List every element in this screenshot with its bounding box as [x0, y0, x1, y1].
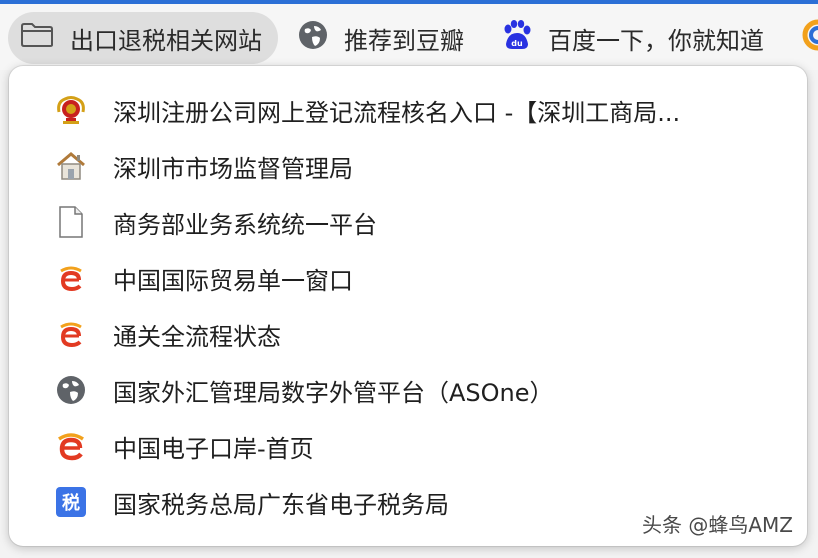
tax-icon: 税: [55, 486, 87, 518]
svg-text:du: du: [511, 39, 523, 48]
e-port-icon: [55, 430, 87, 462]
bookmark-baidu[interactable]: du 百度一下，你就知道: [500, 12, 764, 64]
bookmarks-bar: 出口退税相关网站 推荐到豆瓣 du 百度一下，你就知道: [0, 4, 818, 70]
svg-text:税: 税: [62, 492, 80, 514]
partial-favicon: [802, 19, 818, 57]
menu-item-label: 深圳市市场监督管理局: [113, 154, 353, 183]
bookmark-label: 百度一下，你就知道: [548, 26, 764, 55]
bookmark-folder-export-tax[interactable]: 出口退税相关网站: [8, 12, 278, 64]
bookmark-label: 出口退税相关网站: [70, 26, 262, 55]
menu-item-mofcom[interactable]: 商务部业务系统统一平台: [9, 196, 807, 248]
bookmark-folder-dropdown: 深圳注册公司网上登记流程核名入口 -【深圳工商局... 深圳市市场监督管理局 商…: [9, 66, 807, 546]
menu-item-label: 深圳注册公司网上登记流程核名入口 -【深圳工商局...: [113, 98, 681, 127]
globe-icon: [55, 374, 87, 406]
folder-icon: [20, 22, 54, 54]
menu-item-label: 中国国际贸易单一窗口: [113, 266, 353, 295]
menu-item-customs-status[interactable]: 通关全流程状态: [9, 308, 807, 360]
bookmark-partial[interactable]: [802, 12, 818, 64]
menu-item-shenzhen-registration[interactable]: 深圳注册公司网上登记流程核名入口 -【深圳工商局...: [9, 84, 807, 136]
police-emblem-icon: [55, 94, 87, 126]
source-watermark: 头条 @蜂鸟AMZ: [642, 513, 793, 537]
e-port-icon: [55, 262, 87, 294]
menu-item-label: 通关全流程状态: [113, 322, 281, 351]
menu-item-market-supervision[interactable]: 深圳市市场监督管理局: [9, 140, 807, 192]
menu-item-label: 中国电子口岸-首页: [113, 434, 314, 463]
document-icon: [55, 206, 87, 238]
menu-item-china-eport[interactable]: 中国电子口岸-首页: [9, 420, 807, 472]
bookmark-douban[interactable]: 推荐到豆瓣: [298, 12, 464, 64]
bookmark-label: 推荐到豆瓣: [344, 26, 464, 55]
e-port-icon: [55, 318, 87, 350]
menu-item-label: 商务部业务系统统一平台: [113, 210, 377, 239]
baidu-paw-icon: du: [500, 19, 532, 57]
menu-item-label: 国家外汇管理局数字外管平台（ASOne）: [113, 378, 554, 407]
house-icon: [55, 150, 87, 182]
globe-icon: [298, 20, 328, 56]
menu-item-safe-asone[interactable]: 国家外汇管理局数字外管平台（ASOne）: [9, 364, 807, 416]
menu-item-single-window[interactable]: 中国国际贸易单一窗口: [9, 252, 807, 304]
menu-item-label: 国家税务总局广东省电子税务局: [113, 490, 449, 519]
